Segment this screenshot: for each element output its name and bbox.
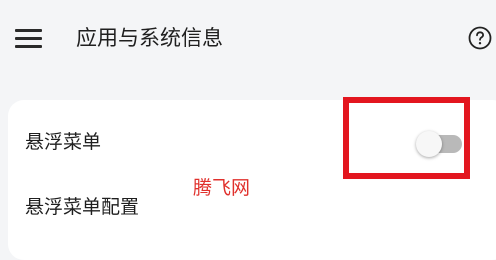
page-title: 应用与系统信息: [76, 26, 223, 50]
help-button[interactable]: [468, 26, 492, 50]
help-circle-icon: [468, 26, 492, 50]
hamburger-menu-icon-line: [15, 37, 42, 40]
menu-button[interactable]: [12, 24, 46, 54]
app-header: 应用与系统信息: [0, 0, 496, 78]
hamburger-menu-icon-line: [15, 29, 42, 32]
highlight-box: [343, 97, 470, 179]
floating-menu-config-item[interactable]: 悬浮菜单配置: [25, 194, 139, 220]
hamburger-menu-icon-line: [15, 45, 42, 48]
floating-menu-label: 悬浮菜单: [25, 131, 102, 153]
watermark-text: 腾飞网: [193, 177, 251, 199]
